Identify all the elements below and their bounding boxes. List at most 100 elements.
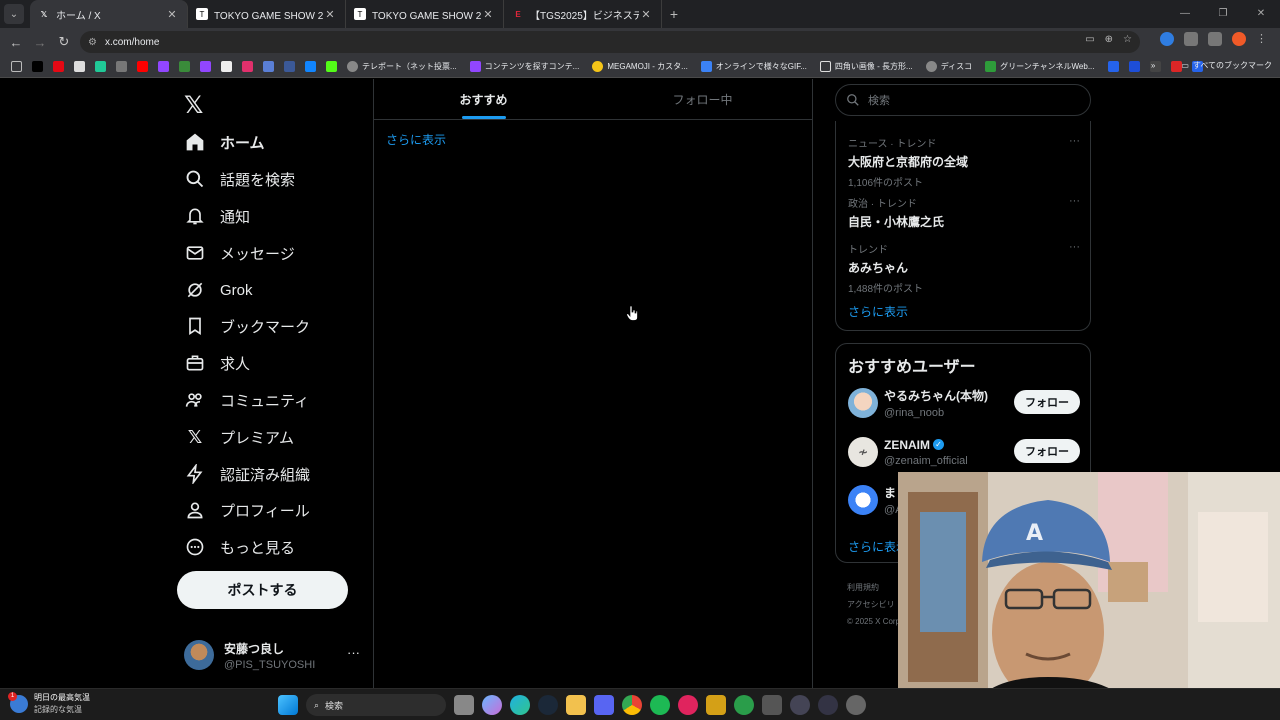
back-icon[interactable]: ← — [4, 35, 28, 50]
bookmark-favicon-icon[interactable] — [1128, 61, 1140, 72]
file-explorer-icon[interactable] — [566, 695, 586, 715]
app-icon[interactable] — [734, 695, 754, 715]
nav-jobs[interactable]: 求人 — [184, 348, 250, 378]
follow-button[interactable]: フォロー — [1014, 439, 1080, 463]
tab-for-you[interactable]: おすすめ — [374, 79, 593, 119]
bookmark-favicon-icon[interactable] — [116, 61, 127, 72]
tab-following[interactable]: フォロー中 — [593, 79, 812, 119]
app-icon[interactable] — [678, 695, 698, 715]
footer-terms-link[interactable]: 利用規約 — [847, 579, 900, 596]
app-icon[interactable] — [706, 695, 726, 715]
spotify-icon[interactable] — [650, 695, 670, 715]
x-bookmark-icon[interactable] — [32, 61, 43, 72]
bookmark-item[interactable]: MEGAMOJI - カスタ... — [587, 61, 688, 72]
discord-icon[interactable] — [594, 695, 614, 715]
nav-bookmarks[interactable]: ブックマーク — [184, 311, 310, 341]
nav-communities[interactable]: コミュニティ — [184, 385, 309, 415]
bookmark-favicon-icon[interactable] — [179, 61, 190, 72]
restore-icon[interactable]: ❐ — [1204, 0, 1242, 28]
trend-item[interactable]: ニュース · トレンド 大阪府と京都府の全域 1,106件のポスト ··· — [848, 135, 1080, 189]
nav-grok[interactable]: Grok — [184, 275, 253, 305]
trend-item[interactable]: トレンド あみちゃん 1,488件のポスト ··· — [848, 241, 1080, 295]
follow-button[interactable]: フォロー — [1014, 390, 1080, 414]
windows-start-icon[interactable] — [278, 695, 298, 715]
star-icon[interactable]: ☆ — [1123, 34, 1132, 45]
copilot-icon[interactable] — [482, 695, 502, 715]
all-bookmarks-button[interactable]: » ▭ すべてのブックマーク — [1151, 60, 1272, 71]
more-horizontal-icon[interactable]: ··· — [1069, 241, 1080, 253]
close-icon[interactable]: ✕ — [165, 8, 179, 21]
puzzle-icon[interactable] — [1184, 32, 1198, 46]
suggested-user[interactable]: やるみちゃん(本物) @rina_noob フォロー — [848, 385, 1080, 421]
bookmark-item[interactable]: グリーンチャンネルWeb... — [980, 61, 1095, 72]
site-info-icon[interactable]: ⚙ — [88, 37, 97, 48]
bookmark-favicon-icon[interactable] — [284, 61, 295, 72]
nav-messages[interactable]: メッセージ — [184, 238, 295, 268]
install-icon[interactable]: ▭ — [1085, 34, 1094, 45]
kebab-menu-icon[interactable]: ⋮ — [1256, 32, 1270, 46]
forward-icon[interactable]: → — [28, 35, 52, 50]
bookmark-favicon-icon[interactable] — [95, 61, 106, 72]
tab-tgs-2[interactable]: T TOKYO GAME SHOW 2025 - チ ✕ — [346, 0, 504, 28]
bookmark-item[interactable]: オンラインで様々なGIF... — [696, 61, 807, 72]
nav-premium[interactable]: 𝕏 プレミアム — [184, 422, 294, 452]
more-horizontal-icon[interactable]: ··· — [1069, 135, 1080, 147]
media-icon[interactable] — [1208, 32, 1222, 46]
bookmark-item[interactable]: ディスコ — [921, 61, 972, 72]
youtube-icon[interactable] — [137, 61, 148, 72]
tab-x-home[interactable]: 𝕏 ホーム / X ✕ — [30, 0, 188, 28]
apps-grid-icon[interactable] — [11, 61, 22, 72]
profile-avatar-icon[interactable] — [1232, 32, 1246, 46]
bookmark-item[interactable]: コンテンツを探すコンテ... — [465, 61, 579, 72]
tab-search-button[interactable]: ⌄ — [4, 4, 24, 24]
trend-item[interactable]: 政治 · トレンド 自民・小林鷹之氏 ··· — [848, 195, 1080, 230]
bookmark-favicon-icon[interactable] — [1107, 61, 1119, 72]
x-logo-icon[interactable]: 𝕏 — [184, 91, 203, 120]
close-icon[interactable]: ✕ — [323, 8, 337, 21]
tab-tgs-1[interactable]: T TOKYO GAME SHOW 2025 - チ ✕ — [188, 0, 346, 28]
suggested-user[interactable]: ≁ ZENAIM ✓ @zenaim_official フォロー — [848, 434, 1080, 470]
bookmark-item[interactable]: 四角い画像 - 長方形... — [815, 61, 913, 72]
new-tab-button[interactable]: + — [662, 6, 686, 22]
twitch-icon[interactable] — [200, 61, 211, 72]
bookmark-favicon-icon[interactable] — [74, 61, 85, 72]
app-icon[interactable] — [790, 695, 810, 715]
tab-tgs-business[interactable]: E 【TGS2025】ビジネスデイ事前登録 ✕ — [504, 0, 662, 28]
instagram-icon[interactable] — [242, 61, 253, 72]
extension-icon[interactable] — [1160, 32, 1174, 46]
url-field[interactable]: ⚙ x.com/home ▭ ⊕ ☆ — [80, 31, 1140, 53]
chrome-icon[interactable] — [622, 695, 642, 715]
nav-more[interactable]: もっと見る — [184, 532, 295, 562]
app-icon[interactable] — [762, 695, 782, 715]
bookmark-favicon-icon[interactable] — [263, 61, 274, 72]
reload-icon[interactable]: ↻ — [52, 34, 76, 50]
nav-verified-orgs[interactable]: 認証済み組織 — [184, 459, 310, 489]
close-icon[interactable]: ✕ — [481, 8, 495, 21]
trends-show-more[interactable]: さらに表示 — [848, 303, 908, 320]
nav-profile[interactable]: プロフィール — [184, 495, 310, 525]
zoom-icon[interactable]: ⊕ — [1105, 34, 1113, 45]
post-button[interactable]: ポストする — [177, 571, 348, 609]
app-icon[interactable] — [846, 695, 866, 715]
close-icon[interactable]: ✕ — [639, 8, 653, 21]
search-input[interactable]: 検索 — [835, 84, 1091, 116]
nav-home[interactable]: ホーム — [184, 127, 265, 157]
minimize-icon[interactable]: — — [1166, 0, 1204, 28]
app-icon[interactable] — [818, 695, 838, 715]
edge-icon[interactable] — [510, 695, 530, 715]
footer-accessibility-link[interactable]: アクセシビリ — [847, 596, 900, 613]
steam-icon[interactable] — [538, 695, 558, 715]
close-window-icon[interactable]: ✕ — [1242, 0, 1280, 28]
more-horizontal-icon[interactable]: ··· — [347, 645, 360, 660]
nav-notifications[interactable]: 通知 — [184, 201, 250, 231]
nav-explore[interactable]: 話題を検索 — [184, 164, 295, 194]
bookmark-favicon-icon[interactable] — [53, 61, 64, 72]
taskbar-search[interactable]: ⌕ 検索 — [306, 694, 446, 716]
amazon-icon[interactable] — [221, 61, 232, 72]
account-switcher[interactable]: 安藤つ良し @PIS_TSUYOSHI ··· — [184, 637, 364, 673]
weather-widget[interactable]: 1 明日の最高気温 記録的な気温 — [8, 691, 90, 715]
more-horizontal-icon[interactable]: ··· — [1069, 195, 1080, 207]
kick-icon[interactable] — [326, 61, 337, 72]
task-view-icon[interactable] — [454, 695, 474, 715]
bookmark-item[interactable]: テレポート（ネット投票... — [342, 61, 457, 72]
